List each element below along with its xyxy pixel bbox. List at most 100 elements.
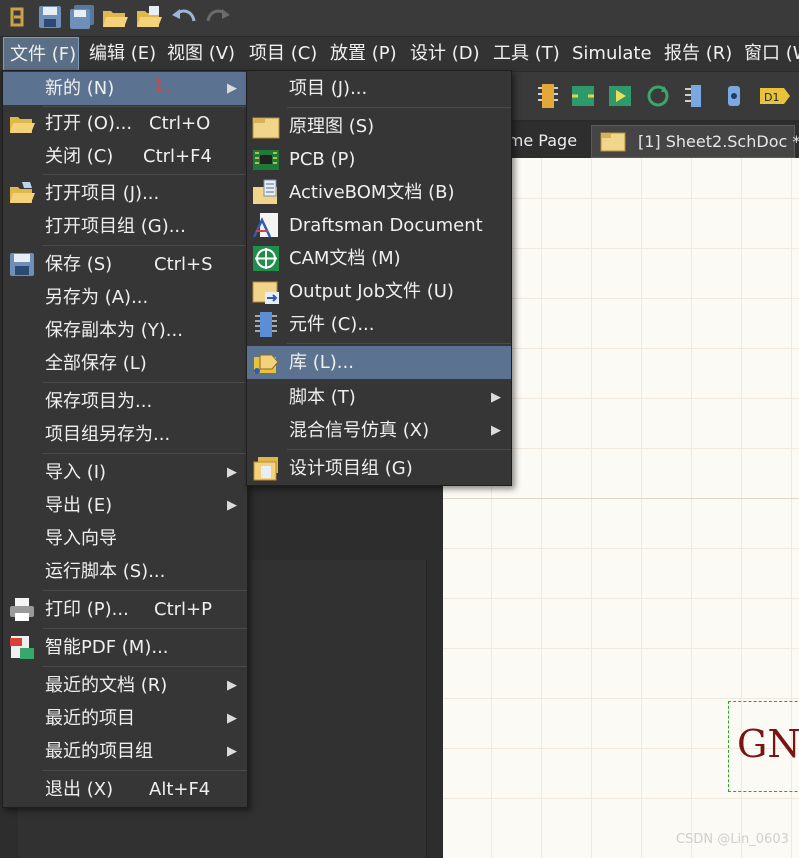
menu-item-label: 原理图 (S) bbox=[289, 116, 375, 137]
file-menu-item-recent-projects[interactable]: 最近的项目 ▶ bbox=[3, 702, 247, 735]
file-menu-item-save-project-as[interactable]: 保存项目为... bbox=[3, 385, 247, 418]
menu-item-label: 设计项目组 (G) bbox=[289, 458, 413, 479]
new-submenu-item-component[interactable]: 元件 (C)... bbox=[247, 308, 511, 341]
menu-file[interactable]: 文件 (F) bbox=[3, 37, 79, 71]
menu-item-label: 打开项目 (J)... bbox=[45, 183, 160, 204]
new-submenu-item-output-job[interactable]: Output Job文件 (U) bbox=[247, 275, 511, 308]
save-icon[interactable] bbox=[36, 3, 64, 31]
menu-item-label: 项目 (J)... bbox=[289, 78, 368, 99]
sheet-entry-icon[interactable] bbox=[606, 82, 634, 110]
menu-item-label: 导入 (I) bbox=[45, 462, 107, 483]
file-menu-item-save-copy-as[interactable]: 保存副本为 (Y)... bbox=[3, 314, 247, 347]
step-annotation: 1. bbox=[153, 75, 172, 97]
save-all-icon[interactable] bbox=[68, 3, 96, 31]
new-submenu-item-pcb[interactable]: PCB (P) bbox=[247, 143, 511, 176]
new-submenu-item-cam[interactable]: CAM文档 (M) bbox=[247, 242, 511, 275]
file-menu-item-save-project-group-as[interactable]: 项目组另存为... bbox=[3, 418, 247, 451]
new-submenu-item-mixed-signal-sim[interactable]: 混合信号仿真 (X) ▶ bbox=[247, 414, 511, 447]
harness-icon[interactable] bbox=[682, 82, 708, 110]
menu-design[interactable]: 设计 (D) bbox=[410, 37, 480, 71]
menu-item-label: 另存为 (A)... bbox=[45, 287, 149, 308]
library-icon bbox=[254, 354, 279, 374]
menu-item-label: 最近的项目 bbox=[45, 708, 135, 729]
menu-item-label: 导入向导 bbox=[45, 528, 117, 549]
menu-item-label: 关闭 (C) bbox=[45, 146, 114, 167]
file-menu-item-exit[interactable]: 退出 (X) Alt+F4 bbox=[3, 773, 247, 806]
menu-item-label: 项目组另存为... bbox=[45, 424, 171, 445]
file-menu-item-save[interactable]: 保存 (S) Ctrl+S bbox=[3, 248, 247, 281]
open-project-icon[interactable] bbox=[135, 3, 163, 31]
menu-item-label: 脚本 (T) bbox=[289, 387, 356, 408]
menu-item-label: 元件 (C)... bbox=[289, 314, 375, 335]
menu-item-label: 退出 (X) bbox=[45, 779, 114, 800]
new-submenu-item-project[interactable]: 项目 (J)... bbox=[247, 72, 511, 105]
menu-edit[interactable]: 编辑 (E) bbox=[89, 37, 156, 71]
file-menu-item-open[interactable]: 打开 (O)... Ctrl+O bbox=[3, 107, 247, 140]
file-menu-item-save-all[interactable]: 全部保存 (L) bbox=[3, 347, 247, 380]
menu-item-shortcut: Ctrl+O bbox=[149, 113, 211, 134]
schematic-icon bbox=[252, 117, 280, 139]
schematic-doc-icon bbox=[600, 132, 626, 152]
menu-item-label: 最近的文档 (R) bbox=[45, 675, 168, 696]
new-submenu-item-design-project-group[interactable]: 设计项目组 (G) bbox=[247, 452, 511, 485]
menu-item-label: 智能PDF (M)... bbox=[45, 637, 169, 658]
menu-item-shortcut: Ctrl+F4 bbox=[143, 146, 212, 167]
new-submenu-item-script[interactable]: 脚本 (T) ▶ bbox=[247, 381, 511, 414]
file-menu-item-run-script[interactable]: 运行脚本 (S)... bbox=[3, 555, 247, 588]
schematic-toolbar: D1 bbox=[510, 72, 799, 120]
component-icon[interactable] bbox=[536, 82, 560, 110]
menu-reports[interactable]: 报告 (R) bbox=[664, 37, 732, 71]
redo-icon[interactable] bbox=[204, 3, 232, 31]
output-job-icon bbox=[252, 281, 279, 304]
open-folder-icon[interactable] bbox=[101, 3, 129, 31]
menu-item-label: 新的 (N) bbox=[45, 78, 115, 99]
file-menu-item-open-project-group[interactable]: 打开项目组 (G)... bbox=[3, 210, 247, 243]
tab-sheet2[interactable]: [1] Sheet2.SchDoc * bbox=[591, 125, 799, 158]
menu-tools[interactable]: 工具 (T) bbox=[493, 37, 560, 71]
watermark: CSDN @Lin_0603 bbox=[676, 832, 789, 847]
component-icon bbox=[255, 312, 277, 337]
file-menu-item-close[interactable]: 关闭 (C) Ctrl+F4 bbox=[3, 140, 247, 173]
file-menu-item-import[interactable]: 导入 (I) ▶ bbox=[3, 456, 247, 489]
designator-icon[interactable]: D1 bbox=[758, 86, 792, 106]
submenu-arrow-icon: ▶ bbox=[227, 711, 237, 726]
menu-window[interactable]: 窗口 (W bbox=[744, 37, 799, 71]
file-menu-item-new[interactable]: 新的 (N) ▶ bbox=[3, 72, 247, 105]
pcb-icon bbox=[253, 150, 279, 170]
file-menu-item-open-project[interactable]: 打开项目 (J)... bbox=[3, 177, 247, 210]
menu-item-shortcut: Alt+F4 bbox=[149, 779, 211, 800]
menubar: 文件 (F) 编辑 (E) 视图 (V) 项目 (C) 放置 (P) 设计 (D… bbox=[0, 37, 799, 71]
new-submenu-item-activebom[interactable]: ActiveBOM文档 (B) bbox=[247, 176, 511, 209]
menu-view[interactable]: 视图 (V) bbox=[167, 37, 235, 71]
menu-project[interactable]: 项目 (C) bbox=[249, 37, 317, 71]
menu-item-label: 库 (L)... bbox=[289, 352, 354, 373]
file-menu-item-print[interactable]: 打印 (P)... Ctrl+P bbox=[3, 593, 247, 626]
new-submenu-item-schematic[interactable]: 原理图 (S) bbox=[247, 110, 511, 143]
new-submenu: 项目 (J)... 原理图 (S) PCB (P) ActiveBOM文档 (B… bbox=[246, 70, 512, 486]
file-menu-item-export[interactable]: 导出 (E) ▶ bbox=[3, 489, 247, 522]
submenu-arrow-icon: ▶ bbox=[491, 423, 501, 438]
file-menu-item-save-as[interactable]: 另存为 (A)... bbox=[3, 281, 247, 314]
submenu-arrow-icon: ▶ bbox=[227, 81, 237, 96]
menu-item-label: 导出 (E) bbox=[45, 495, 113, 516]
undo-icon[interactable] bbox=[170, 3, 198, 31]
menu-item-shortcut: Ctrl+P bbox=[154, 599, 212, 620]
file-menu-item-recent-documents[interactable]: 最近的文档 (R) ▶ bbox=[3, 669, 247, 702]
new-submenu-item-draftsman[interactable]: Draftsman Document bbox=[247, 209, 511, 242]
refresh-icon[interactable] bbox=[644, 82, 672, 110]
file-menu-item-import-wizard[interactable]: 导入向导 bbox=[3, 522, 247, 555]
file-menu-item-smart-pdf[interactable]: 智能PDF (M)... bbox=[3, 631, 247, 664]
gnd-net-label[interactable]: GNI bbox=[728, 701, 799, 792]
sheet-symbol-icon[interactable] bbox=[568, 82, 598, 110]
gnd-text: GNI bbox=[737, 722, 799, 766]
port-icon[interactable] bbox=[722, 82, 746, 110]
open-project-icon bbox=[10, 182, 35, 203]
submenu-arrow-icon: ▶ bbox=[227, 498, 237, 513]
menu-simulate[interactable]: Simulate bbox=[572, 37, 652, 71]
open-folder-icon bbox=[10, 117, 35, 133]
menu-item-label: 打开项目组 (G)... bbox=[45, 216, 186, 237]
file-menu-item-recent-project-groups[interactable]: 最近的项目组 ▶ bbox=[3, 735, 247, 768]
save-icon bbox=[10, 253, 34, 276]
new-submenu-item-library[interactable]: 库 (L)... bbox=[247, 346, 511, 379]
menu-place[interactable]: 放置 (P) bbox=[330, 37, 397, 71]
